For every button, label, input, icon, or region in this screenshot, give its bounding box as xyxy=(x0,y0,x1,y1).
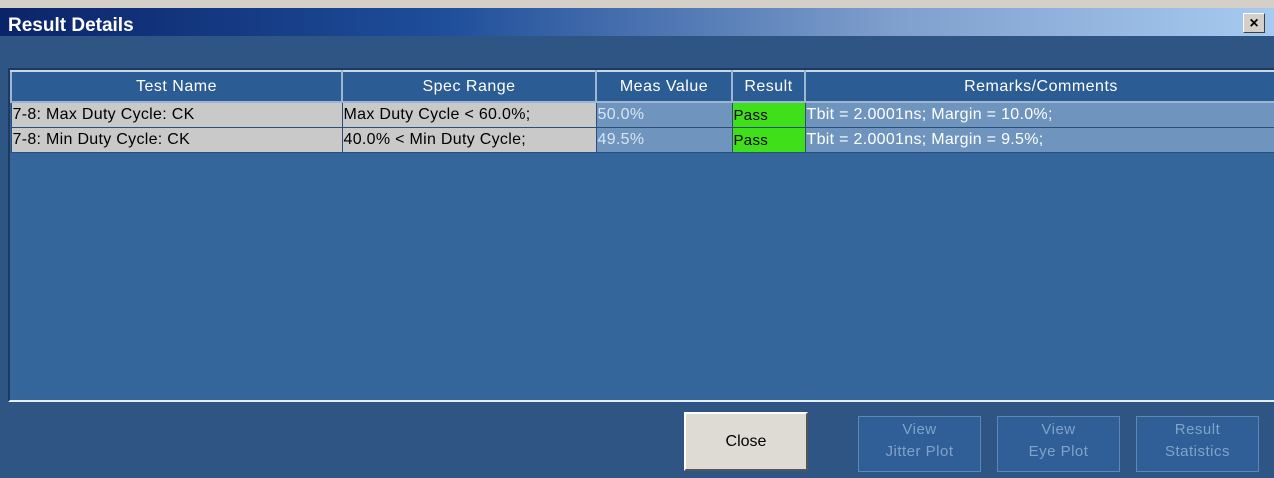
table-header-row: Test Name Spec Range Meas Value Result R… xyxy=(10,70,1274,103)
window-title: Result Details xyxy=(8,15,134,36)
close-window-button[interactable]: × xyxy=(1243,13,1265,33)
header-meas-value[interactable]: Meas Value xyxy=(595,70,733,103)
cell-result-pass: Pass xyxy=(731,127,806,153)
close-icon: × xyxy=(1249,15,1259,32)
view-eye-plot-label-2: Eye Plot xyxy=(1028,443,1089,460)
cell-test-name: 7-8: Max Duty Cycle: CK xyxy=(10,101,343,128)
header-remarks[interactable]: Remarks/Comments xyxy=(804,70,1274,103)
table-row[interactable]: 7-8: Min Duty Cycle: CK 40.0% < Min Duty… xyxy=(10,127,1274,153)
cell-spec-range: 40.0% < Min Duty Cycle; xyxy=(341,127,597,153)
results-table: Test Name Spec Range Meas Value Result R… xyxy=(10,70,1274,153)
table-row[interactable]: 7-8: Max Duty Cycle: CK Max Duty Cycle <… xyxy=(10,101,1274,128)
cell-remarks: Tbit = 2.0001ns; Margin = 9.5%; xyxy=(804,127,1274,153)
view-eye-plot-label-1: View xyxy=(1041,421,1076,438)
header-result[interactable]: Result xyxy=(731,70,806,103)
cell-meas-value: 49.5% xyxy=(595,127,733,153)
results-table-area: Test Name Spec Range Meas Value Result R… xyxy=(8,68,1274,402)
close-button[interactable]: Close xyxy=(684,412,808,471)
title-bar: Result Details × xyxy=(0,0,1274,36)
result-statistics-button[interactable]: Result Statistics xyxy=(1136,416,1259,472)
cell-spec-range: Max Duty Cycle < 60.0%; xyxy=(341,101,597,128)
view-eye-plot-button[interactable]: View Eye Plot xyxy=(997,416,1120,472)
view-jitter-plot-button[interactable]: View Jitter Plot xyxy=(858,416,981,472)
cell-remarks: Tbit = 2.0001ns; Margin = 10.0%; xyxy=(804,101,1274,128)
result-statistics-label-2: Statistics xyxy=(1164,443,1230,460)
cell-test-name: 7-8: Min Duty Cycle: CK xyxy=(10,127,343,153)
header-spec-range[interactable]: Spec Range xyxy=(341,70,597,103)
cell-result-pass: Pass xyxy=(731,101,806,128)
view-jitter-plot-label-2: Jitter Plot xyxy=(885,443,954,460)
view-jitter-plot-label-1: View xyxy=(902,421,937,438)
result-statistics-label-1: Result xyxy=(1174,421,1221,438)
header-test-name[interactable]: Test Name xyxy=(10,70,343,103)
cell-meas-value: 50.0% xyxy=(595,101,733,128)
